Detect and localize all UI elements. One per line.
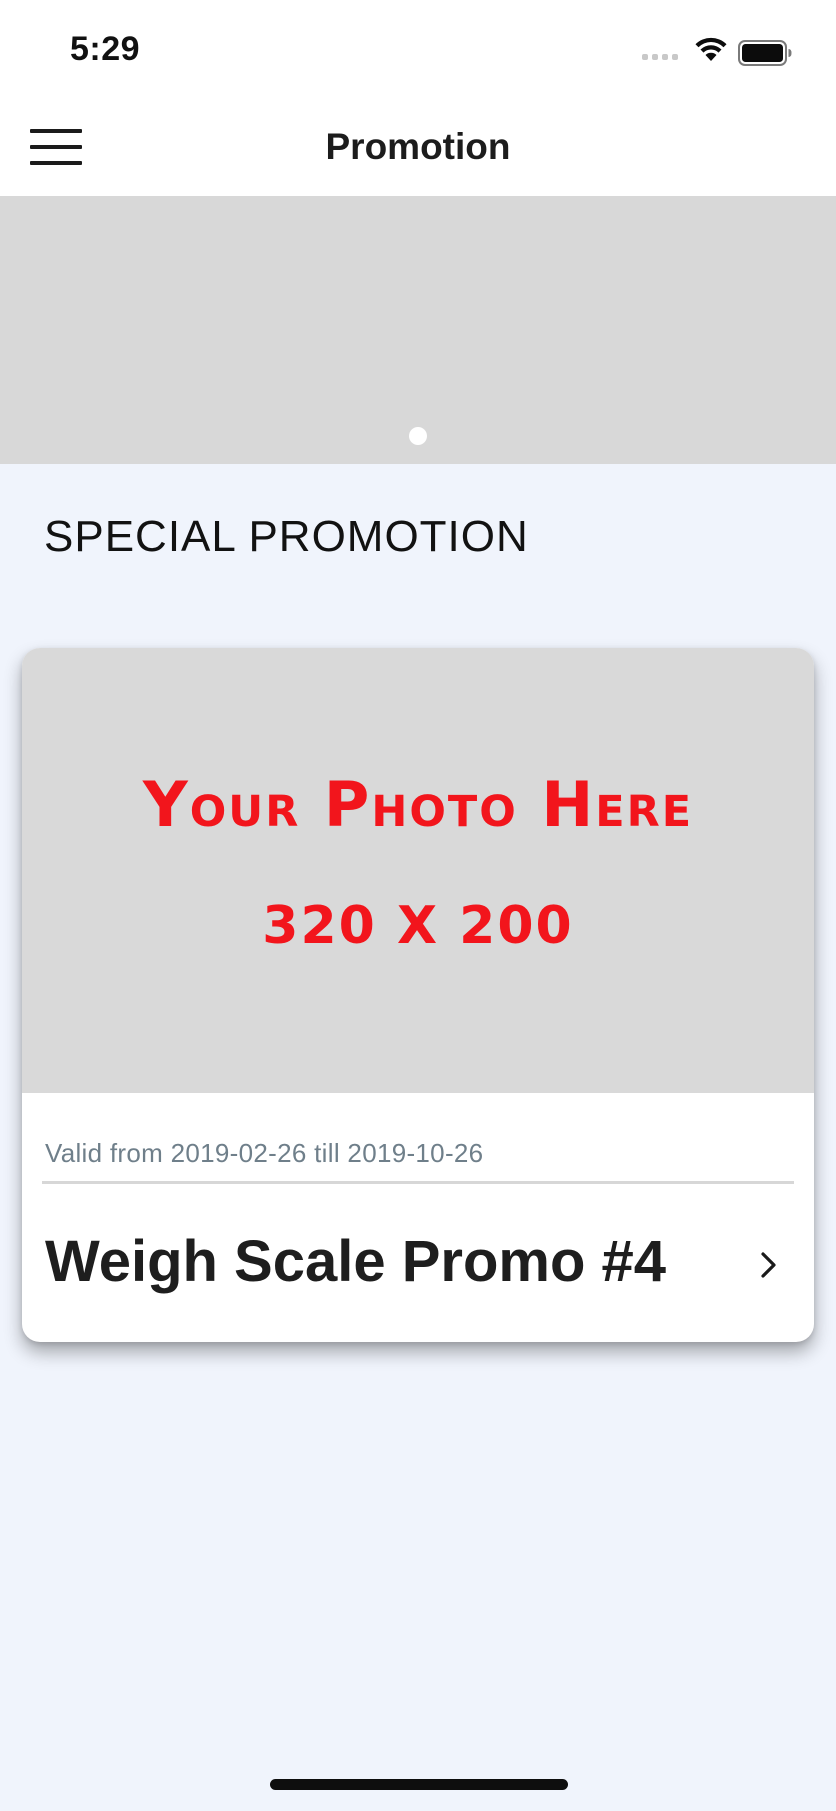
nav-bar: Promotion: [0, 96, 836, 196]
chevron-right-icon[interactable]: [757, 1250, 781, 1280]
wifi-icon: [695, 37, 727, 61]
page-title: Promotion: [325, 126, 511, 167]
cellular-signal-icon: [642, 54, 682, 60]
status-bar: 5:29: [0, 0, 836, 96]
banner-carousel[interactable]: [0, 196, 836, 464]
promotion-card[interactable]: Your Photo Here 320 X 200 Valid from 201…: [22, 648, 814, 1342]
placeholder-text-line2: 320 X 200: [262, 896, 574, 956]
promotion-validity: Valid from 2019-02-26 till 2019-10-26: [45, 1138, 484, 1168]
home-indicator[interactable]: [270, 1779, 568, 1790]
battery-icon: [738, 40, 792, 66]
placeholder-text-line1: Your Photo Here: [142, 768, 694, 841]
status-icons: [642, 36, 802, 66]
section-heading: SPECIAL PROMOTION: [44, 512, 529, 561]
card-divider: [42, 1181, 794, 1184]
promotion-title: Weigh Scale Promo #4: [45, 1229, 667, 1294]
carousel-page-indicator[interactable]: [409, 427, 427, 445]
status-time: 5:29: [70, 30, 141, 68]
promotion-image-placeholder: Your Photo Here 320 X 200: [22, 648, 814, 1093]
